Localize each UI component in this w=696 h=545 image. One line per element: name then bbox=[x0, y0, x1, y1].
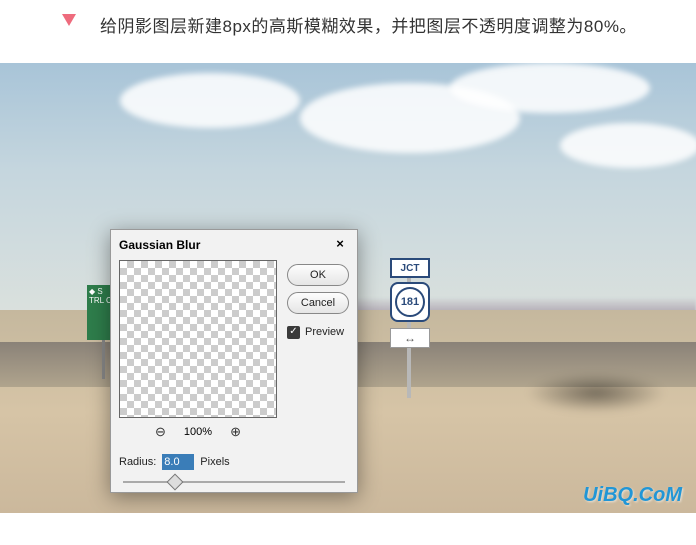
preview-label: Preview bbox=[305, 326, 344, 338]
gaussian-blur-dialog: Gaussian Blur × ⊖ 100% ⊕ OK Cancel ✓ Pre… bbox=[110, 229, 358, 493]
shadow-blob bbox=[526, 373, 666, 413]
close-icon[interactable]: × bbox=[331, 236, 349, 254]
dialog-title: Gaussian Blur bbox=[119, 238, 200, 252]
zoom-level: 100% bbox=[184, 426, 212, 438]
jct-sign: JCT bbox=[390, 258, 430, 278]
cancel-button[interactable]: Cancel bbox=[287, 292, 349, 314]
watermark: UiBQ.CoM bbox=[583, 484, 682, 507]
route-181-sign: 181 bbox=[390, 282, 430, 322]
cloud bbox=[560, 123, 696, 168]
instruction-text: 给阴影图层新建8px的高斯模糊效果，并把图层不透明度调整为80%。 bbox=[100, 12, 656, 43]
radius-input[interactable] bbox=[162, 454, 194, 470]
route-181-label: 181 bbox=[395, 287, 425, 317]
preview-checkbox[interactable]: ✓ bbox=[287, 326, 300, 339]
ok-button[interactable]: OK bbox=[287, 264, 349, 286]
cloud bbox=[450, 63, 650, 113]
cloud bbox=[120, 73, 300, 128]
radius-unit: Pixels bbox=[200, 456, 229, 468]
radius-slider-track[interactable] bbox=[123, 481, 345, 483]
zoom-in-button[interactable]: ⊕ bbox=[230, 424, 241, 440]
scene-preview: ◆ S TRL CO JCT 181 ↔ Gaussian Blur × ⊖ 1… bbox=[0, 63, 696, 513]
direction-arrows-sign: ↔ bbox=[390, 328, 430, 348]
radius-slider-thumb[interactable] bbox=[167, 473, 184, 490]
green-sign-pole bbox=[102, 339, 105, 379]
blur-preview-canvas[interactable] bbox=[119, 260, 277, 418]
bullet-triangle-icon bbox=[62, 14, 76, 26]
zoom-out-button[interactable]: ⊖ bbox=[155, 424, 166, 440]
radius-label: Radius: bbox=[119, 456, 156, 468]
